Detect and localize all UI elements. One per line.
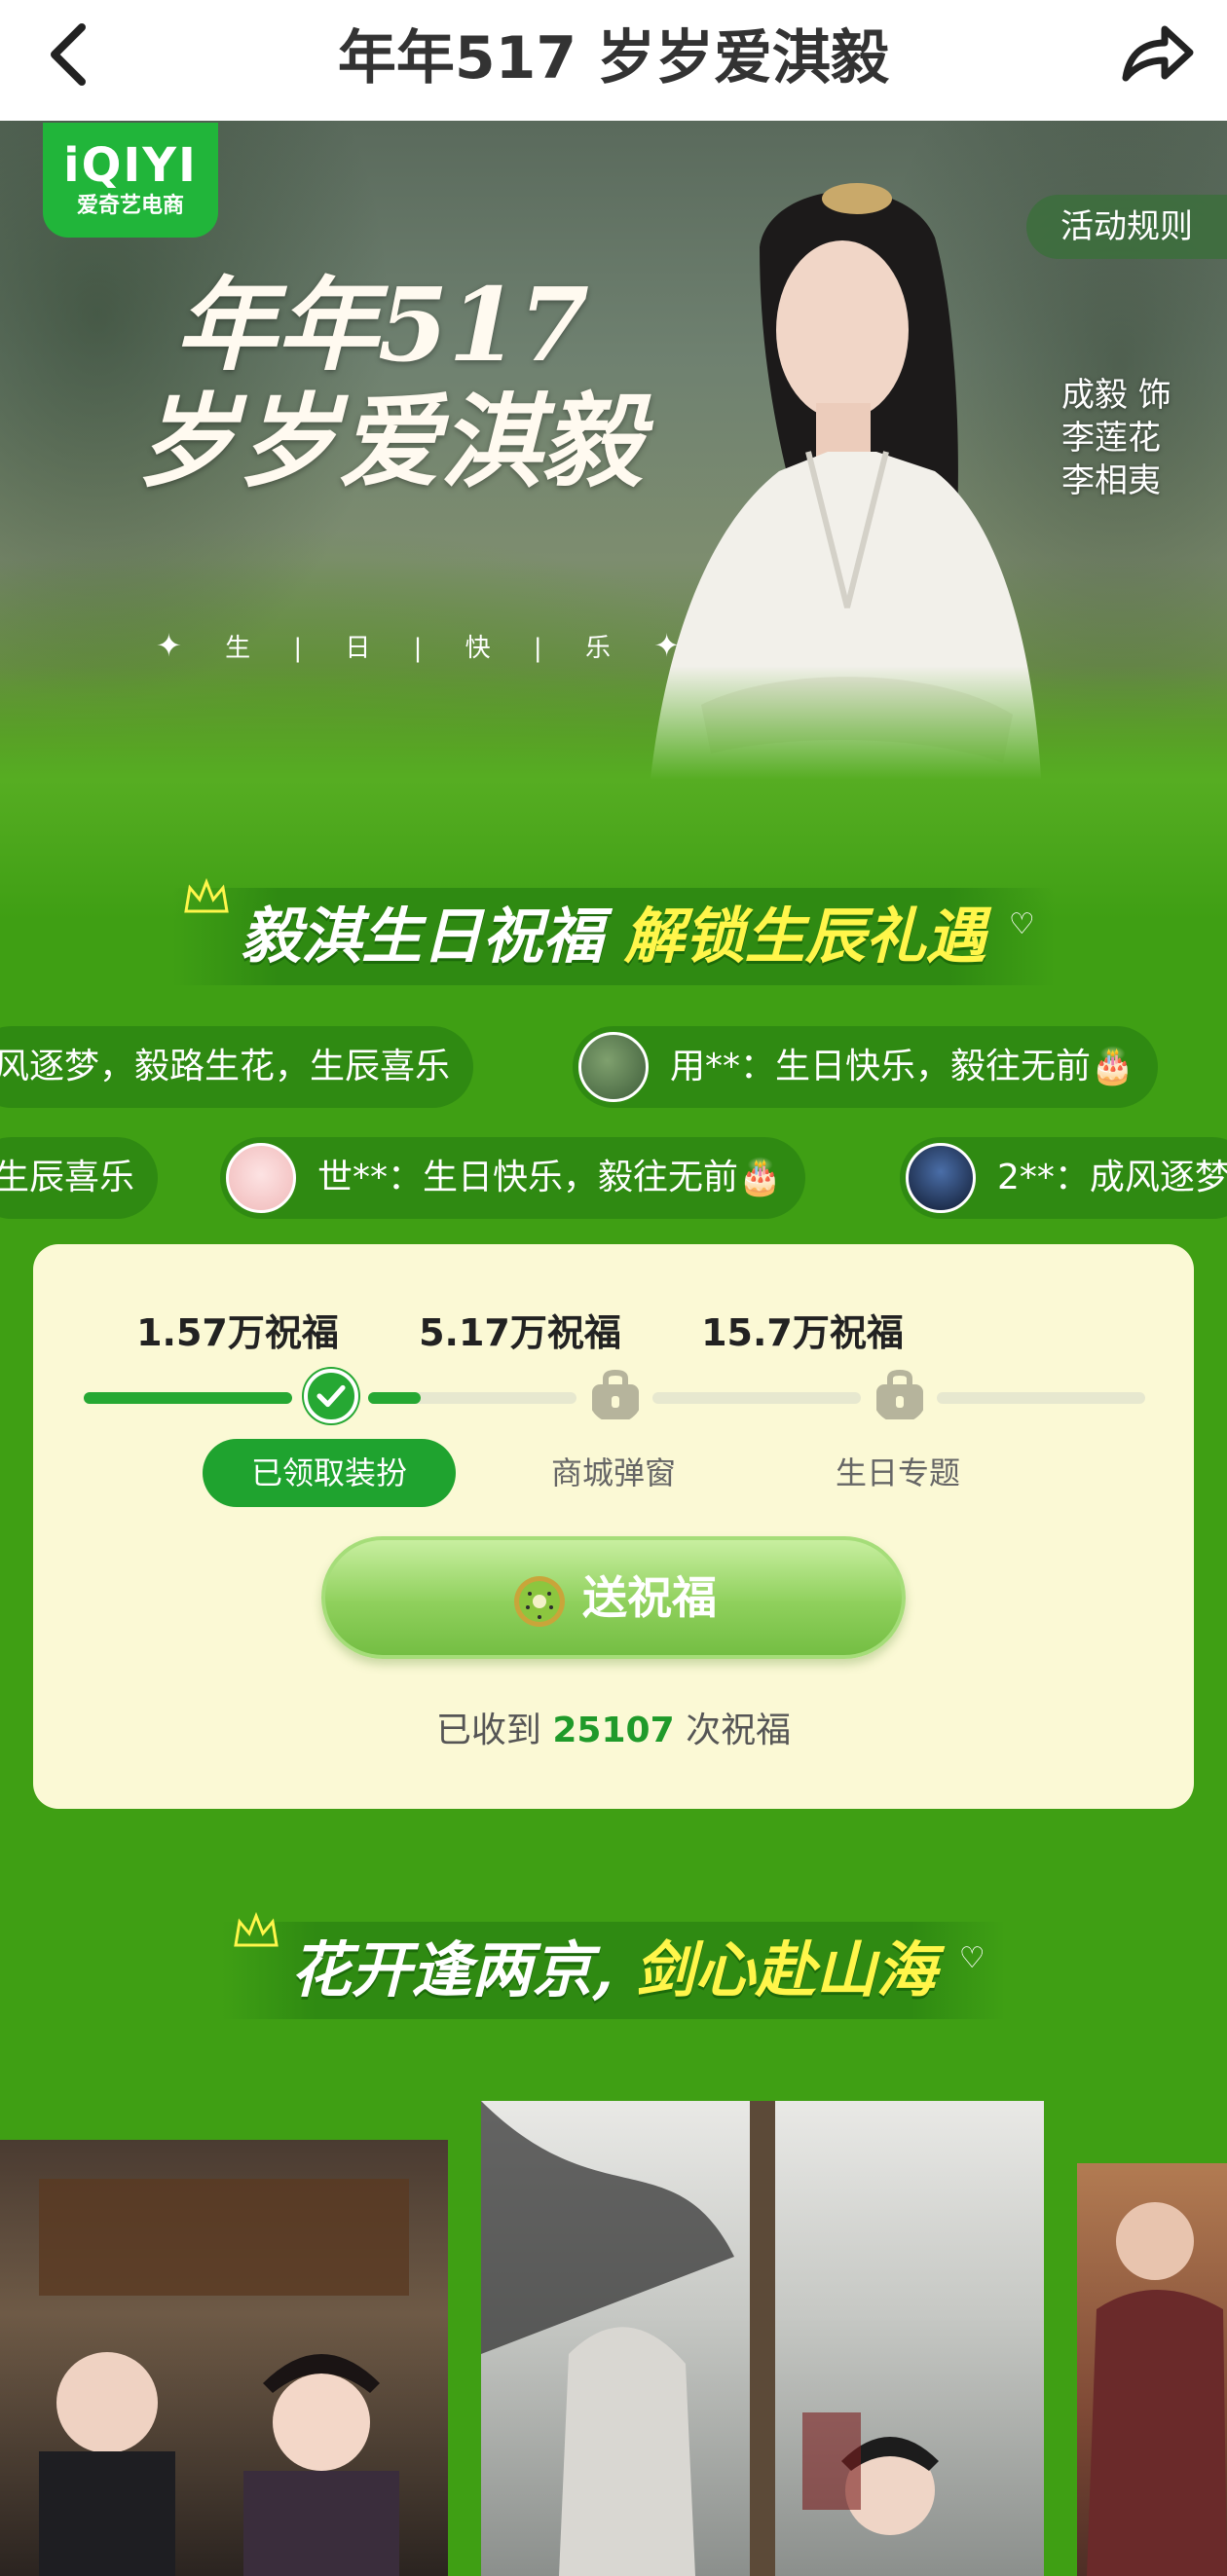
drama-poster-3[interactable] xyxy=(1077,2163,1227,2576)
wish-text: 用**：生日快乐，毅往无前🎂 xyxy=(670,1047,1134,1086)
wish-bubble: 风逐梦，毅路生花，生辰喜乐 xyxy=(0,1026,474,1108)
banner-title: 年年517 岁岁爱淇毅 xyxy=(68,267,691,500)
reward-claimed-badge[interactable]: 已领取装扮 xyxy=(203,1439,456,1507)
section-heading-dramas: 花开逢两京, 剑心赴山海 ♡ xyxy=(0,1912,1227,2019)
wish-text: 风逐梦，毅路生花，生辰喜乐 xyxy=(0,1047,451,1086)
lock-icon xyxy=(876,1369,923,1419)
milestone-label-1: 1.57万祝福 xyxy=(136,1311,339,1354)
back-arrow-icon[interactable] xyxy=(39,16,97,93)
drama-poster-1[interactable] xyxy=(0,2140,448,2576)
heading-text: 毅淇生日祝福 解锁生辰礼遇 xyxy=(241,901,986,972)
poster-image xyxy=(1087,2202,1227,2576)
progress-track-bg xyxy=(652,1392,861,1404)
activity-rules-button[interactable]: 活动规则 xyxy=(1026,195,1227,259)
reward-mall-popup: 商城弹窗 xyxy=(550,1454,676,1491)
iqiyi-mall-logo: iQIYI 爱奇艺电商 xyxy=(43,123,218,238)
user-avatar xyxy=(226,1143,296,1213)
reward-birthday-topic: 生日专题 xyxy=(835,1454,960,1491)
received-count: 25107 xyxy=(552,1711,675,1750)
top-nav-bar: 年年517 岁岁爱淇毅 xyxy=(0,0,1227,121)
poster-image xyxy=(39,2179,409,2576)
wish-text: 世**：生日快乐，毅往无前🎂 xyxy=(317,1158,782,1197)
logo-subtitle: 爱奇艺电商 xyxy=(76,194,184,218)
progress-track-bg xyxy=(937,1392,1145,1404)
heart-icon: ♡ xyxy=(958,1941,985,1975)
wish-marquee-row-2: 生辰喜乐 世**：生日快乐，毅往无前🎂 2**：成风逐梦 xyxy=(0,1129,1227,1227)
sparkle-icon: ✦ xyxy=(653,627,698,664)
heading-banner: 毅淇生日祝福 解锁生辰礼遇 ♡ xyxy=(172,878,1055,985)
logo-text: iQIYI xyxy=(63,138,198,193)
hero-banner: iQIYI 爱奇艺电商 活动规则 年年517 岁岁爱淇毅 ✦ 生 | 日 | 快… xyxy=(0,121,1227,919)
milestone-card: 1.57万祝福 5.17万祝福 15.7万祝福 已领取装扮 商城弹窗 生日专题 xyxy=(33,1244,1194,1809)
heart-icon: ♡ xyxy=(1008,907,1035,941)
section-heading-birthday-wishes: 毅淇生日祝福 解锁生辰礼遇 ♡ xyxy=(0,878,1227,985)
progress-fill xyxy=(368,1392,421,1404)
send-wish-button[interactable]: 送祝福 xyxy=(321,1536,906,1659)
user-avatar xyxy=(906,1143,976,1213)
share-icon[interactable] xyxy=(1116,14,1198,95)
sparkle-icon: ✦ xyxy=(156,627,200,664)
check-icon xyxy=(304,1369,358,1423)
progress-fill xyxy=(84,1392,292,1404)
user-avatar xyxy=(578,1032,649,1102)
role-credit: 成毅 饰 李莲花 李相夷 xyxy=(1061,376,1171,500)
kiwi-icon xyxy=(514,1575,565,1627)
banner-subtitle: ✦ 生 | 日 | 快 | 乐 ✦ xyxy=(156,627,697,664)
wish-text: 2**：成风逐梦 xyxy=(997,1158,1227,1197)
crown-icon xyxy=(234,1912,279,1947)
page-title: 年年517 岁岁爱淇毅 xyxy=(337,24,890,92)
wish-text: 生辰喜乐 xyxy=(0,1158,135,1197)
banner-title-line2: 岁岁爱淇毅 xyxy=(136,382,644,501)
poster-image xyxy=(481,2101,939,2576)
send-wish-label: 送祝福 xyxy=(582,1571,717,1624)
wish-bubble: 生辰喜乐 xyxy=(0,1137,159,1219)
drama-poster-2[interactable] xyxy=(481,2101,1044,2576)
wish-bubble: 世**：生日快乐，毅往无前🎂 xyxy=(220,1137,805,1219)
heading-text: 花开逢两京, 剑心赴山海 xyxy=(290,1934,937,2006)
wish-marquee-row-1: 风逐梦，毅路生花，生辰喜乐 用**：生日快乐，毅往无前🎂 xyxy=(0,1018,1227,1116)
lock-icon xyxy=(592,1369,639,1419)
milestone-label-3: 15.7万祝福 xyxy=(701,1311,904,1354)
milestone-label-2: 5.17万祝福 xyxy=(419,1311,621,1354)
wish-bubble: 2**：成风逐梦 xyxy=(900,1137,1227,1219)
crown-icon xyxy=(184,878,229,913)
banner-title-line1: 年年517 xyxy=(175,265,590,385)
birthday-text: 生 | 日 | 快 | 乐 xyxy=(225,634,628,663)
received-count-text: 已收到 25107 次祝福 xyxy=(435,1711,792,1750)
wish-bubble: 用**：生日快乐，毅往无前🎂 xyxy=(573,1026,1158,1108)
heading-banner: 花开逢两京, 剑心赴山海 ♡ xyxy=(222,1912,1005,2019)
